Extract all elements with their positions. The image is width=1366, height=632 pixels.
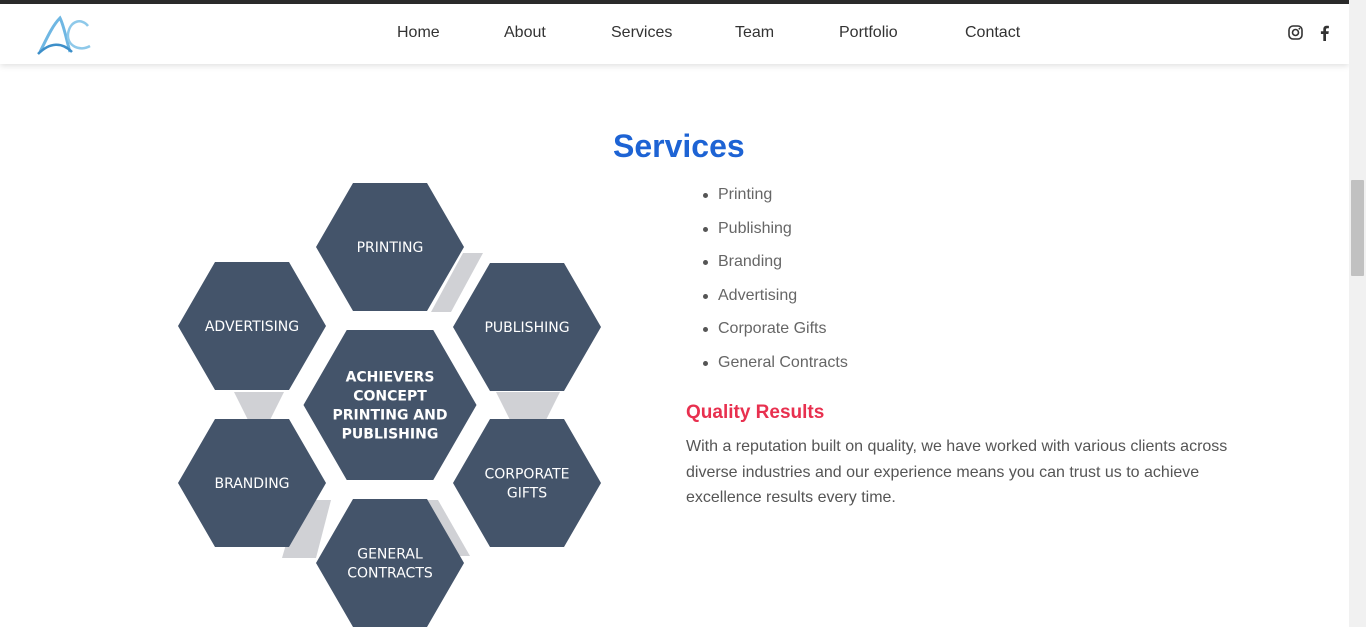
hex-label: PRINTING xyxy=(357,240,424,256)
hex-label: CONTRACTS xyxy=(347,566,433,582)
hex-advertising: ADVERTISING xyxy=(178,262,326,390)
hex-connector xyxy=(234,392,284,420)
hex-label: ACHIEVERS xyxy=(346,370,435,386)
list-item: Branding xyxy=(700,252,848,286)
quality-results-title: Quality Results xyxy=(686,402,825,423)
hex-label: BRANDING xyxy=(214,476,289,492)
nav-about[interactable]: About xyxy=(504,24,546,42)
nav-portfolio[interactable]: Portfolio xyxy=(839,24,898,42)
instagram-icon[interactable] xyxy=(1287,24,1305,42)
hex-center: ACHIEVERS CONCEPT PRINTING AND PUBLISHING xyxy=(296,324,484,486)
hex-label: PUBLISHING xyxy=(342,427,439,443)
hex-label: CORPORATE xyxy=(484,467,569,483)
scrollbar-track[interactable] xyxy=(1349,0,1366,627)
hex-label: PUBLISHING xyxy=(484,320,569,336)
hex-publishing: PUBLISHING xyxy=(453,263,601,391)
hex-corporate-gifts: CORPORATE GIFTS xyxy=(453,419,601,547)
nav-services[interactable]: Services xyxy=(611,24,672,42)
hex-label: CONCEPT xyxy=(353,389,427,405)
list-item: Publishing xyxy=(700,219,848,253)
quality-results-text: With a reputation built on quality, we h… xyxy=(686,438,1228,506)
site-header: Home About Services Team Portfolio Conta… xyxy=(0,4,1349,64)
list-item: Corporate Gifts xyxy=(700,319,848,353)
list-item: General Contracts xyxy=(700,353,848,387)
services-hex-diagram: PRINTING PUBLISHING CORPORATE GIFTS GENERAL C… xyxy=(170,178,610,627)
hex-connector xyxy=(496,392,560,420)
list-item: Advertising xyxy=(700,286,848,320)
hex-label: ADVERTISING xyxy=(205,319,299,335)
hex-printing: PRINTING xyxy=(316,183,464,311)
services-list: Printing Publishing Branding Advertising… xyxy=(700,185,848,387)
site-logo[interactable] xyxy=(36,12,94,58)
hex-label: GIFTS xyxy=(507,486,547,502)
nav-contact[interactable]: Contact xyxy=(965,24,1020,42)
services-title: Services xyxy=(613,128,745,164)
facebook-icon[interactable] xyxy=(1316,24,1334,42)
scrollbar-thumb[interactable] xyxy=(1351,180,1364,276)
nav-team[interactable]: Team xyxy=(735,24,774,42)
hex-label: PRINTING AND xyxy=(333,408,448,424)
nav-home[interactable]: Home xyxy=(397,24,440,42)
hex-label: GENERAL xyxy=(357,547,423,563)
list-item: Printing xyxy=(700,185,848,219)
